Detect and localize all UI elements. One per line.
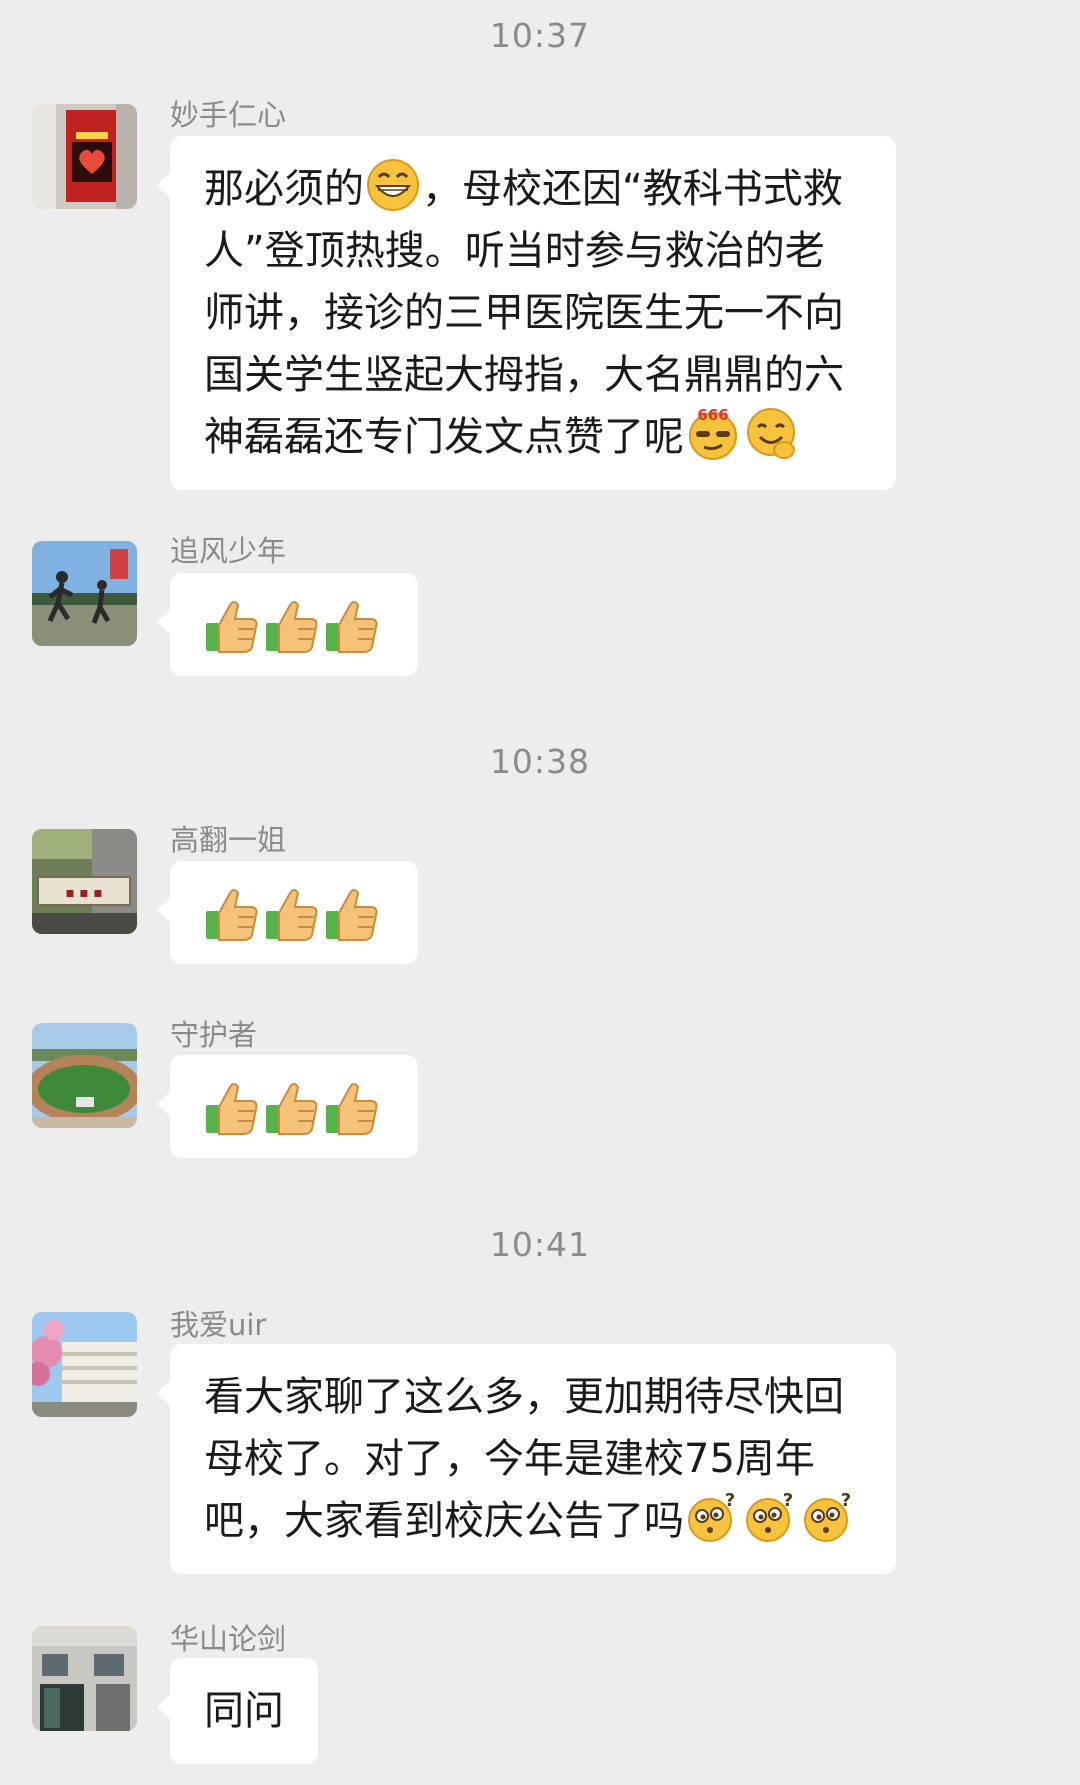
- thumbs-up-icon: [324, 885, 380, 943]
- message-bubble[interactable]: 看大家聊了这么多，更加期待尽快回母校了。对了，今年是建校75周年吧，大家看到校庆…: [157, 1344, 896, 1574]
- message-bubble[interactable]: [157, 861, 418, 964]
- aed-box-avatar: [32, 104, 137, 209]
- library-sign-avatar: ▪ ▪ ▪: [32, 829, 137, 934]
- avatar[interactable]: [32, 104, 137, 209]
- thumbs-up-icon: [204, 1079, 260, 1137]
- peace-emoji: [744, 406, 798, 460]
- message-text: 同问: [204, 1688, 284, 1734]
- sports-field-avatar: [32, 1023, 137, 1128]
- runners-avatar: [32, 541, 137, 646]
- thumbs-up-icon: [204, 597, 260, 655]
- message-bubble[interactable]: 同问: [157, 1658, 318, 1764]
- question-emoji: ?: [802, 1490, 856, 1544]
- 666-emoji: 666: [686, 406, 740, 460]
- svg-text:666: 666: [697, 406, 728, 424]
- message-bubble[interactable]: [157, 573, 418, 676]
- avatar[interactable]: [32, 1626, 137, 1731]
- timestamp: 10:37: [489, 16, 591, 55]
- timestamp: 10:38: [489, 742, 591, 781]
- message-bubble[interactable]: [157, 1055, 418, 1158]
- avatar[interactable]: [32, 1023, 137, 1128]
- thumbs-up-icon: [264, 1079, 320, 1137]
- thumbs-up-icon: [324, 597, 380, 655]
- question-emoji: ?: [744, 1490, 798, 1544]
- sender-name: 我爱uir: [170, 1308, 267, 1342]
- thumbs-up-icon: [324, 1079, 380, 1137]
- avatar[interactable]: [32, 1312, 137, 1417]
- thumbs-up-icon: [204, 885, 260, 943]
- sender-name: 妙手仁心: [170, 98, 287, 132]
- svg-text:?: ?: [841, 1490, 851, 1511]
- avatar[interactable]: [32, 541, 137, 646]
- sender-name: 追风少年: [170, 534, 287, 568]
- sender-name: 高翻一姐: [170, 823, 287, 857]
- avatar[interactable]: ▪ ▪ ▪: [32, 829, 137, 934]
- campus-building-avatar: [32, 1312, 137, 1417]
- message-bubble[interactable]: 那必须的 ，母校还因“教科书式救人”登顶热搜。听当时参与救治的老师讲，接诊的三甲医…: [157, 136, 896, 490]
- svg-text:▪ ▪ ▪: ▪ ▪ ▪: [65, 885, 102, 901]
- timestamp: 10:41: [489, 1225, 591, 1264]
- sender-name: 守护者: [170, 1018, 258, 1052]
- sender-name: 华山论剑: [170, 1622, 287, 1656]
- message-text: 那必须的: [204, 166, 364, 212]
- thumbs-up-icon: [264, 885, 320, 943]
- building-door-avatar: [32, 1626, 137, 1731]
- grin-emoji: [366, 158, 420, 212]
- svg-text:?: ?: [783, 1490, 793, 1511]
- thumbs-up-icon: [264, 597, 320, 655]
- svg-text:?: ?: [725, 1490, 735, 1511]
- question-emoji: ?: [686, 1490, 740, 1544]
